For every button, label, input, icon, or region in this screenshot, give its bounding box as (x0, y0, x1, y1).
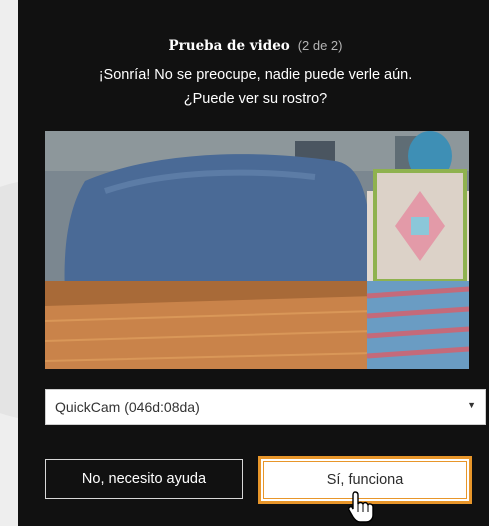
it-works-button-label: Sí, funciona (326, 472, 404, 488)
video-test-dialog: Prueba de video (2 de 2) ¡Sonría! No se … (18, 0, 489, 526)
camera-select-value: QuickCam (046d:08da) (55, 399, 200, 415)
dialog-title: Prueba de video (2 de 2) (18, 37, 489, 54)
dialog-title-text: Prueba de video (168, 38, 290, 54)
camera-preview-image (45, 131, 469, 369)
need-help-button[interactable]: No, necesito ayuda (45, 459, 243, 499)
camera-preview (45, 131, 469, 369)
dialog-step-indicator: (2 de 2) (297, 38, 343, 53)
hand-pointer-icon (348, 491, 374, 523)
dialog-subtitle-line1: ¡Sonría! No se preocupe, nadie puede ver… (98, 67, 413, 83)
dropdown-arrow-icon: ▼ (467, 400, 476, 410)
camera-select-dropdown[interactable]: QuickCam (046d:08da) ▼ (45, 389, 486, 425)
dialog-subtitle-line2: ¿Puede ver su rostro? (183, 91, 328, 107)
need-help-button-label: No, necesito ayuda (81, 471, 207, 487)
